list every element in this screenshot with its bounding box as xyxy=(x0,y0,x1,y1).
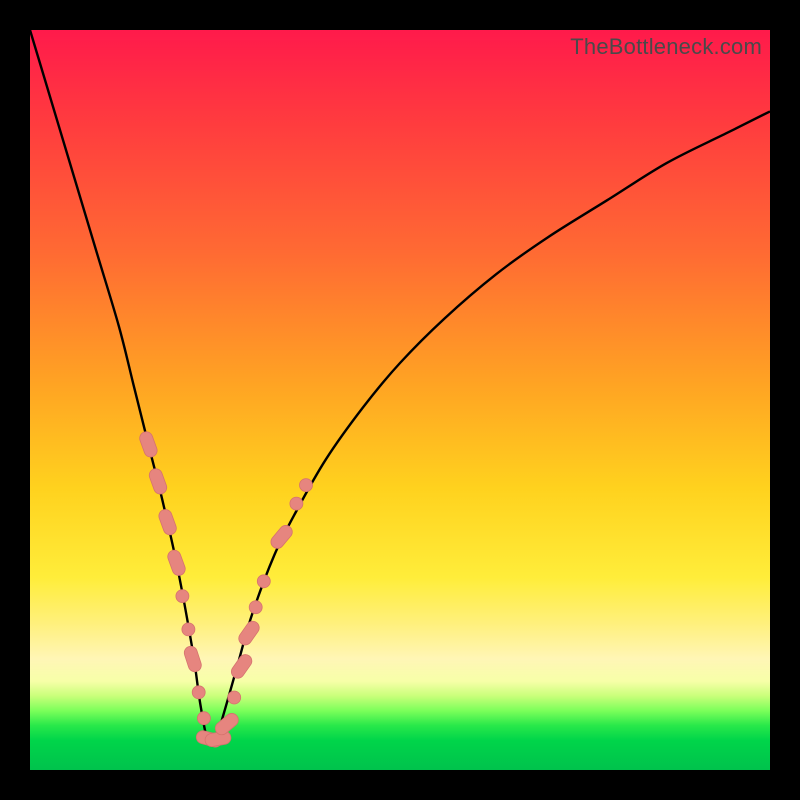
marker-capsule xyxy=(157,508,178,537)
marker-capsule xyxy=(166,548,187,577)
marker-dot xyxy=(290,497,303,510)
plot-area: TheBottleneck.com xyxy=(30,30,770,770)
marker-capsule xyxy=(268,523,295,551)
marker-dot xyxy=(192,686,205,699)
marker-dot xyxy=(176,590,189,603)
marker-capsule xyxy=(229,652,255,681)
marker-dot xyxy=(228,691,241,704)
curve-layer xyxy=(30,30,770,770)
marker-dot xyxy=(257,575,270,588)
marker-capsule xyxy=(147,467,168,496)
marker-dot xyxy=(249,601,262,614)
chart-frame: TheBottleneck.com xyxy=(0,0,800,800)
marker-capsule xyxy=(236,619,262,648)
marker-dot xyxy=(182,623,195,636)
curve-markers xyxy=(138,430,313,749)
marker-capsule xyxy=(183,645,203,674)
marker-dot xyxy=(300,479,313,492)
bottleneck-curve xyxy=(30,30,770,744)
marker-dot xyxy=(197,712,210,725)
marker-capsule xyxy=(138,430,159,459)
